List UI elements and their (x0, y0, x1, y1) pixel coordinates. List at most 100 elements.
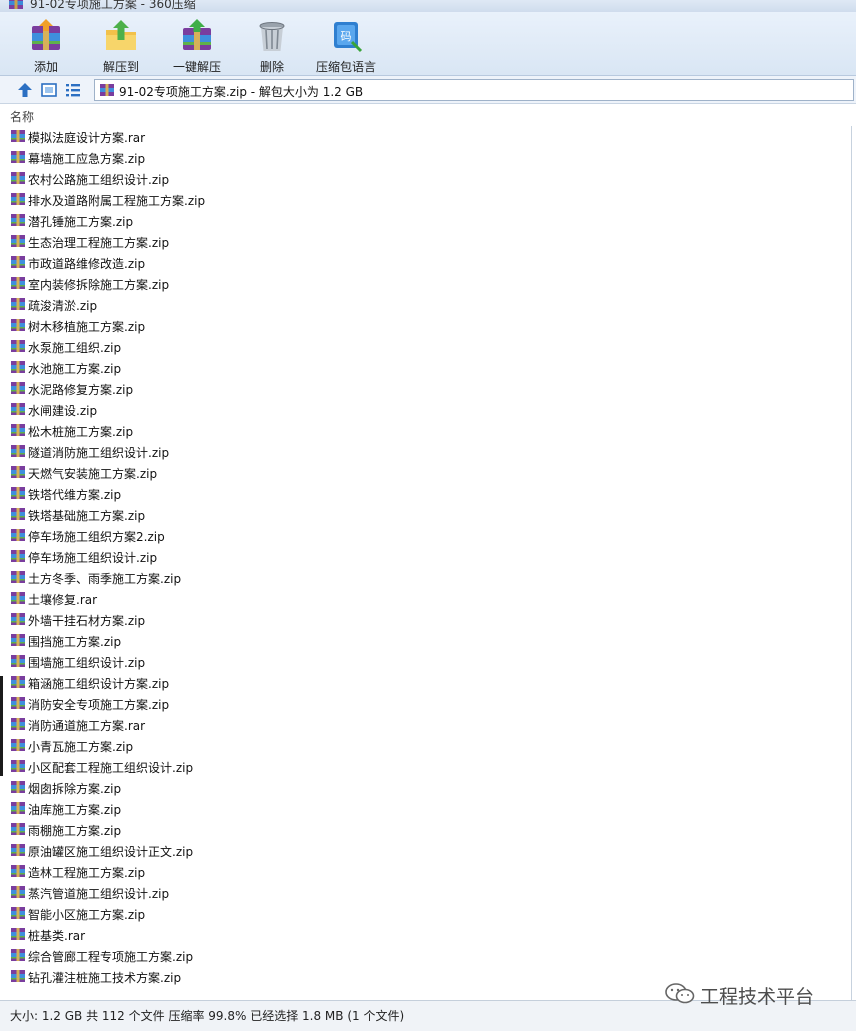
file-row[interactable]: 生态治理工程施工方案.zip (0, 231, 850, 252)
archive-language-button[interactable]: 码 压缩包语言 (314, 18, 378, 74)
path-field[interactable]: 91-02专项施工方案.zip - 解包大小为 1.2 GB (94, 79, 854, 101)
file-row[interactable]: 蒸汽管道施工组织设计.zip (0, 882, 850, 903)
file-name: 造林工程施工方案.zip (28, 866, 146, 880)
file-row[interactable]: 桩基类.rar (0, 924, 850, 945)
file-row[interactable]: 模拟法庭设计方案.rar (0, 126, 850, 147)
file-row[interactable]: 松木桩施工方案.zip (0, 420, 850, 441)
archive-file-icon (10, 507, 26, 524)
file-row[interactable]: 小区配套工程施工组织设计.zip (0, 756, 850, 777)
file-row[interactable]: 消防通道施工方案.rar (0, 714, 850, 735)
file-row[interactable]: 土方冬季、雨季施工方案.zip (0, 567, 850, 588)
file-row[interactable]: 水闸建设.zip (0, 399, 850, 420)
file-name: 围墙施工组织设计.zip (28, 656, 146, 670)
delete-button[interactable]: 删除 (252, 18, 292, 74)
file-name: 综合管廊工程专项施工方案.zip (28, 950, 194, 964)
file-name: 水闸建设.zip (28, 404, 98, 418)
archive-file-icon (10, 528, 26, 545)
file-row[interactable]: 土壤修复.rar (0, 588, 850, 609)
file-name: 土方冬季、雨季施工方案.zip (28, 572, 182, 586)
archive-language-icon: 码 (328, 18, 364, 54)
archive-file-icon (10, 591, 26, 608)
file-name: 消防安全专项施工方案.zip (28, 698, 170, 712)
file-name: 天燃气安装施工方案.zip (28, 467, 158, 481)
archive-file-icon (10, 969, 26, 986)
file-name: 箱涵施工组织设计方案.zip (28, 677, 170, 691)
extract-to-button[interactable]: 解压到 (100, 18, 142, 74)
file-row[interactable]: 市政道路维修改造.zip (0, 252, 850, 273)
file-row[interactable]: 隧道消防施工组织设计.zip (0, 441, 850, 462)
archive-file-icon (10, 444, 26, 461)
archive-file-icon (10, 801, 26, 818)
watermark-text: 工程技术平台 (700, 986, 815, 1008)
file-row[interactable]: 幕墙施工应急方案.zip (0, 147, 850, 168)
file-name: 水泥路修复方案.zip (28, 383, 134, 397)
file-row[interactable]: 围挡施工方案.zip (0, 630, 850, 651)
file-name: 围挡施工方案.zip (28, 635, 122, 649)
file-row[interactable]: 原油罐区施工组织设计正文.zip (0, 840, 850, 861)
file-row[interactable]: 围墙施工组织设计.zip (0, 651, 850, 672)
file-row[interactable]: 铁塔基础施工方案.zip (0, 504, 850, 525)
file-name: 室内装修拆除施工方案.zip (28, 278, 170, 292)
window-edge (0, 676, 3, 776)
archive-file-icon (10, 318, 26, 335)
file-row[interactable]: 智能小区施工方案.zip (0, 903, 850, 924)
one-click-extract-button[interactable]: 一键解压 (170, 18, 224, 74)
archive-file-icon (10, 171, 26, 188)
archive-file-icon (10, 423, 26, 440)
archive-file-icon (10, 906, 26, 923)
path-text: 91-02专项施工方案.zip - 解包大小为 1.2 GB (119, 85, 364, 99)
list-view-icon[interactable] (64, 81, 82, 99)
file-row[interactable]: 水池施工方案.zip (0, 357, 850, 378)
archive-file-icon (10, 549, 26, 566)
file-row[interactable]: 铁塔代维方案.zip (0, 483, 850, 504)
file-row[interactable]: 消防安全专项施工方案.zip (0, 693, 850, 714)
file-row[interactable]: 综合管廊工程专项施工方案.zip (0, 945, 850, 966)
file-name: 松木桩施工方案.zip (28, 425, 134, 439)
file-name: 桩基类.rar (28, 929, 86, 943)
file-row[interactable]: 潜孔锤施工方案.zip (0, 210, 850, 231)
file-row[interactable]: 室内装修拆除施工方案.zip (0, 273, 850, 294)
archive-file-icon (10, 360, 26, 377)
file-row[interactable]: 农村公路施工组织设计.zip (0, 168, 850, 189)
thumbnail-view-icon[interactable] (40, 81, 58, 99)
file-row[interactable]: 排水及道路附属工程施工方案.zip (0, 189, 850, 210)
archive-app-icon (8, 0, 24, 12)
file-row[interactable]: 树木移植施工方案.zip (0, 315, 850, 336)
window-title: 91-02专项施工方案 - 360压缩 (30, 0, 196, 11)
file-row[interactable]: 疏浚清淤.zip (0, 294, 850, 315)
file-row[interactable]: 停车场施工组织设计.zip (0, 546, 850, 567)
address-bar: 91-02专项施工方案.zip - 解包大小为 1.2 GB (0, 76, 856, 104)
column-header[interactable]: 名称 (0, 106, 856, 126)
file-row[interactable]: 外墙干挂石材方案.zip (0, 609, 850, 630)
file-name: 铁塔代维方案.zip (28, 488, 122, 502)
file-row[interactable]: 造林工程施工方案.zip (0, 861, 850, 882)
file-row[interactable]: 油库施工方案.zip (0, 798, 850, 819)
up-arrow-icon[interactable] (16, 81, 34, 99)
file-row[interactable]: 雨棚施工方案.zip (0, 819, 850, 840)
file-name: 消防通道施工方案.rar (28, 719, 146, 733)
file-row[interactable]: 小青瓦施工方案.zip (0, 735, 850, 756)
file-name: 烟囱拆除方案.zip (28, 782, 122, 796)
file-name: 疏浚清淤.zip (28, 299, 98, 313)
archive-file-icon (10, 129, 26, 146)
file-name: 外墙干挂石材方案.zip (28, 614, 146, 628)
archive-file-icon (10, 717, 26, 734)
file-name: 智能小区施工方案.zip (28, 908, 146, 922)
file-name: 蒸汽管道施工组织设计.zip (28, 887, 170, 901)
file-name: 停车场施工组织方案2.zip (28, 530, 165, 544)
file-row[interactable]: 箱涵施工组织设计方案.zip (0, 672, 850, 693)
file-name: 水泵施工组织.zip (28, 341, 122, 355)
file-row[interactable]: 天燃气安装施工方案.zip (0, 462, 850, 483)
add-button[interactable]: 添加 (26, 18, 66, 74)
file-row[interactable]: 水泵施工组织.zip (0, 336, 850, 357)
file-name: 幕墙施工应急方案.zip (28, 152, 146, 166)
file-row[interactable]: 水泥路修复方案.zip (0, 378, 850, 399)
file-row[interactable]: 停车场施工组织方案2.zip (0, 525, 850, 546)
archive-file-icon (10, 738, 26, 755)
file-name: 潜孔锤施工方案.zip (28, 215, 134, 229)
archive-file-icon (10, 759, 26, 776)
file-name: 钻孔灌注桩施工技术方案.zip (28, 971, 182, 985)
column-name-label: 名称 (10, 110, 35, 124)
file-row[interactable]: 烟囱拆除方案.zip (0, 777, 850, 798)
file-name: 市政道路维修改造.zip (28, 257, 146, 271)
